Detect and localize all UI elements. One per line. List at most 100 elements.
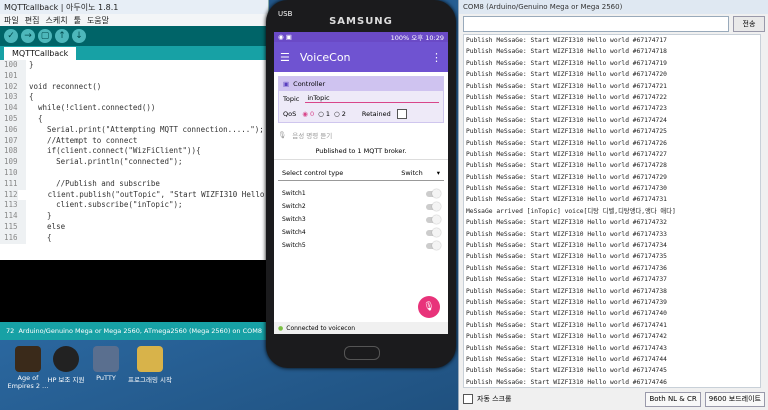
menu-file[interactable]: 파일: [4, 15, 19, 26]
serial-line: Publish MeSsaGe: Start WIZFI310 Hello wo…: [466, 105, 667, 113]
switch-toggle-2[interactable]: [426, 201, 441, 211]
menu-icon[interactable]: ☰: [280, 51, 290, 64]
hp-logo-icon: [53, 346, 79, 372]
menu-sketch[interactable]: 스케치: [45, 15, 67, 26]
baud-rate-select[interactable]: 9600 보드레이트: [704, 391, 765, 407]
serial-line: Publish MeSsaGe: Start WIZFI310 Hello wo…: [466, 219, 667, 227]
line-number: 101: [0, 70, 26, 82]
serial-line: Publish MeSsaGe: Start WIZFI310 Hello wo…: [466, 230, 667, 238]
serial-line: Publish MeSsaGe: Start WIZFI310 Hello wo…: [466, 150, 667, 158]
open-file-icon[interactable]: ↑: [55, 29, 69, 43]
code-text: void reconnect(): [29, 81, 102, 91]
qos-option-1-label: 1: [325, 110, 331, 118]
serial-line: Publish MeSsaGe: Start WIZFI310 Hello wo…: [466, 355, 667, 363]
phone-device: USB SAMSUNG ◉ ▣ 100% 오후 10:29 ☰ VoiceCon…: [266, 0, 456, 368]
new-file-icon[interactable]: ▢: [38, 29, 52, 43]
menu-tools[interactable]: 툴: [74, 15, 81, 26]
serial-line: Publish MeSsaGe: Start WIZFI310 Hello wo…: [466, 321, 667, 329]
serial-line: Publish MeSsaGe: Start WIZFI310 Hello wo…: [466, 344, 667, 352]
serial-line: Publish MeSsaGe: Start WIZFI310 Hello wo…: [466, 333, 667, 341]
code-text: {: [29, 232, 52, 242]
save-file-icon[interactable]: ↓: [72, 29, 86, 43]
autoscroll-label: 자동 스크롤: [477, 395, 512, 403]
line-number: 109: [0, 157, 26, 168]
code-line: 116 {: [0, 232, 268, 244]
serial-line: Publish MeSsaGe: Start WIZFI310 Hello wo…: [466, 139, 667, 147]
switch-label: Switch4: [282, 229, 306, 236]
switch-row: Switch5: [274, 239, 448, 252]
code-line: 114 }: [0, 211, 268, 222]
code-line: 108 if(client.connect("WizFiClient")){: [0, 146, 268, 158]
line-number: 105: [0, 113, 26, 125]
microphone-fab-button[interactable]: 🎙: [418, 296, 440, 318]
serial-send-input[interactable]: [463, 16, 729, 32]
switch-row: Switch3: [274, 213, 448, 226]
serial-line: Publish MeSsaGe: Start WIZFI310 Hello wo…: [466, 162, 667, 170]
verify-icon[interactable]: ✓: [4, 29, 18, 43]
serial-line: Publish MeSsaGe: Start WIZFI310 Hello wo…: [466, 242, 667, 250]
qos-option-0-label: 0: [309, 110, 315, 118]
status-board: Arduino/Genuino Mega or Mega 2560, ATmeg…: [18, 327, 262, 335]
retained-checkbox[interactable]: [396, 109, 407, 119]
qos-radio-0[interactable]: ◉ 0: [302, 110, 314, 118]
tab-mqttcallback[interactable]: MQTTCallback: [4, 47, 77, 60]
line-number: 104: [0, 103, 26, 114]
switch-row: Switch2: [274, 200, 448, 213]
android-statusbar: ◉ ▣ 100% 오후 10:29: [274, 32, 448, 42]
serial-line: Publish MeSsaGe: Start WIZFI310 Hello wo…: [466, 253, 667, 261]
code-line: 106 Serial.print("Attempting MQTT connec…: [0, 124, 268, 136]
code-line: 101: [0, 70, 268, 82]
voice-hint: 음성 명령 듣기: [292, 132, 333, 140]
line-number: 102: [0, 81, 26, 93]
serial-line: Publish MeSsaGe: Start WIZFI310 Hello wo…: [466, 276, 667, 284]
ide-toolbar: ✓ → ▢ ↑ ↓: [0, 26, 268, 46]
microphone-icon[interactable]: 🎙: [278, 131, 286, 139]
code-line: 109 Serial.println("connected");: [0, 157, 268, 168]
upload-icon[interactable]: →: [21, 29, 35, 43]
overflow-menu-icon[interactable]: ⋮: [431, 51, 442, 64]
code-editor[interactable]: 100} 101 102 void reconnect() 103{104 while(…: [0, 60, 268, 260]
switch-toggle-5[interactable]: [426, 240, 441, 250]
switch-toggle-1[interactable]: [426, 188, 441, 198]
dropdown-arrow-icon: ▾: [436, 169, 440, 177]
qos-radio-1[interactable]: ○ 1: [318, 110, 330, 118]
menu-edit[interactable]: 편집: [25, 15, 40, 26]
serial-line: Publish MeSsaGe: Start WIZFI310 Hello wo…: [466, 82, 667, 90]
serial-line: Publish MeSsaGe: Start WIZFI310 Hello wo…: [466, 128, 667, 136]
serial-titlebar: COM8 (Arduino/Genuino Mega or Mega 2560): [459, 0, 768, 14]
line-number: 103: [0, 92, 26, 104]
autoscroll-checkbox[interactable]: [463, 394, 473, 404]
putty-icon: [93, 346, 119, 372]
send-button[interactable]: 전송: [733, 16, 765, 32]
switch-toggle-4[interactable]: [426, 227, 441, 237]
code-text: }: [29, 60, 34, 69]
serial-line: Publish MeSsaGe: Start WIZFI310 Hello wo…: [466, 173, 667, 181]
code-line: 115 else: [0, 221, 268, 233]
menu-help[interactable]: 도움말: [87, 15, 109, 26]
line-number: 107: [0, 135, 26, 147]
ide-statusbar: 72 Arduino/Genuino Mega or Mega 2560, AT…: [0, 322, 268, 340]
serial-line: Publish MeSsaGe: Start WIZFI310 Hello wo…: [466, 367, 667, 375]
desktop-icon-putty[interactable]: PuTTY: [82, 346, 130, 382]
serial-output[interactable]: Publish MeSsaGe: Start WIZFI310 Hello wo…: [463, 34, 761, 388]
code-line: 110: [0, 167, 268, 179]
topic-input[interactable]: inTopic: [305, 94, 439, 103]
controller-icon: ▣: [283, 80, 290, 88]
phone-screen: ◉ ▣ 100% 오후 10:29 ☰ VoiceCon ⋮ ▣ Control…: [274, 32, 448, 334]
code-text: while(!client.connected()): [29, 103, 156, 113]
home-button[interactable]: [344, 346, 380, 360]
switch-toggle-3[interactable]: [426, 214, 441, 224]
serial-monitor-window: COM8 (Arduino/Genuino Mega or Mega 2560)…: [458, 0, 768, 410]
controller-panel: ▣ Controller Topic inTopic QoS ◉ 0 ○ 1 ○…: [278, 76, 444, 123]
qos-radio-2[interactable]: ○ 2: [334, 110, 346, 118]
code-line: 112 client.publish("outTopic", "Start WI…: [0, 189, 268, 201]
app-bar: ☰ VoiceCon ⋮: [274, 42, 448, 72]
ide-tabs: MQTTCallback: [0, 46, 268, 60]
serial-line: Publish MeSsaGe: Start WIZFI310 Hello wo…: [466, 59, 667, 67]
control-type-select[interactable]: Select control type Switch ▾: [278, 166, 444, 181]
code-text: if(client.connect("WizFiClient")){: [29, 146, 201, 156]
line-number: 115: [0, 221, 26, 233]
line-ending-select[interactable]: Both NL & CR: [645, 391, 701, 407]
desktop-icon-program[interactable]: 프로그래밍 시작: [126, 346, 174, 384]
